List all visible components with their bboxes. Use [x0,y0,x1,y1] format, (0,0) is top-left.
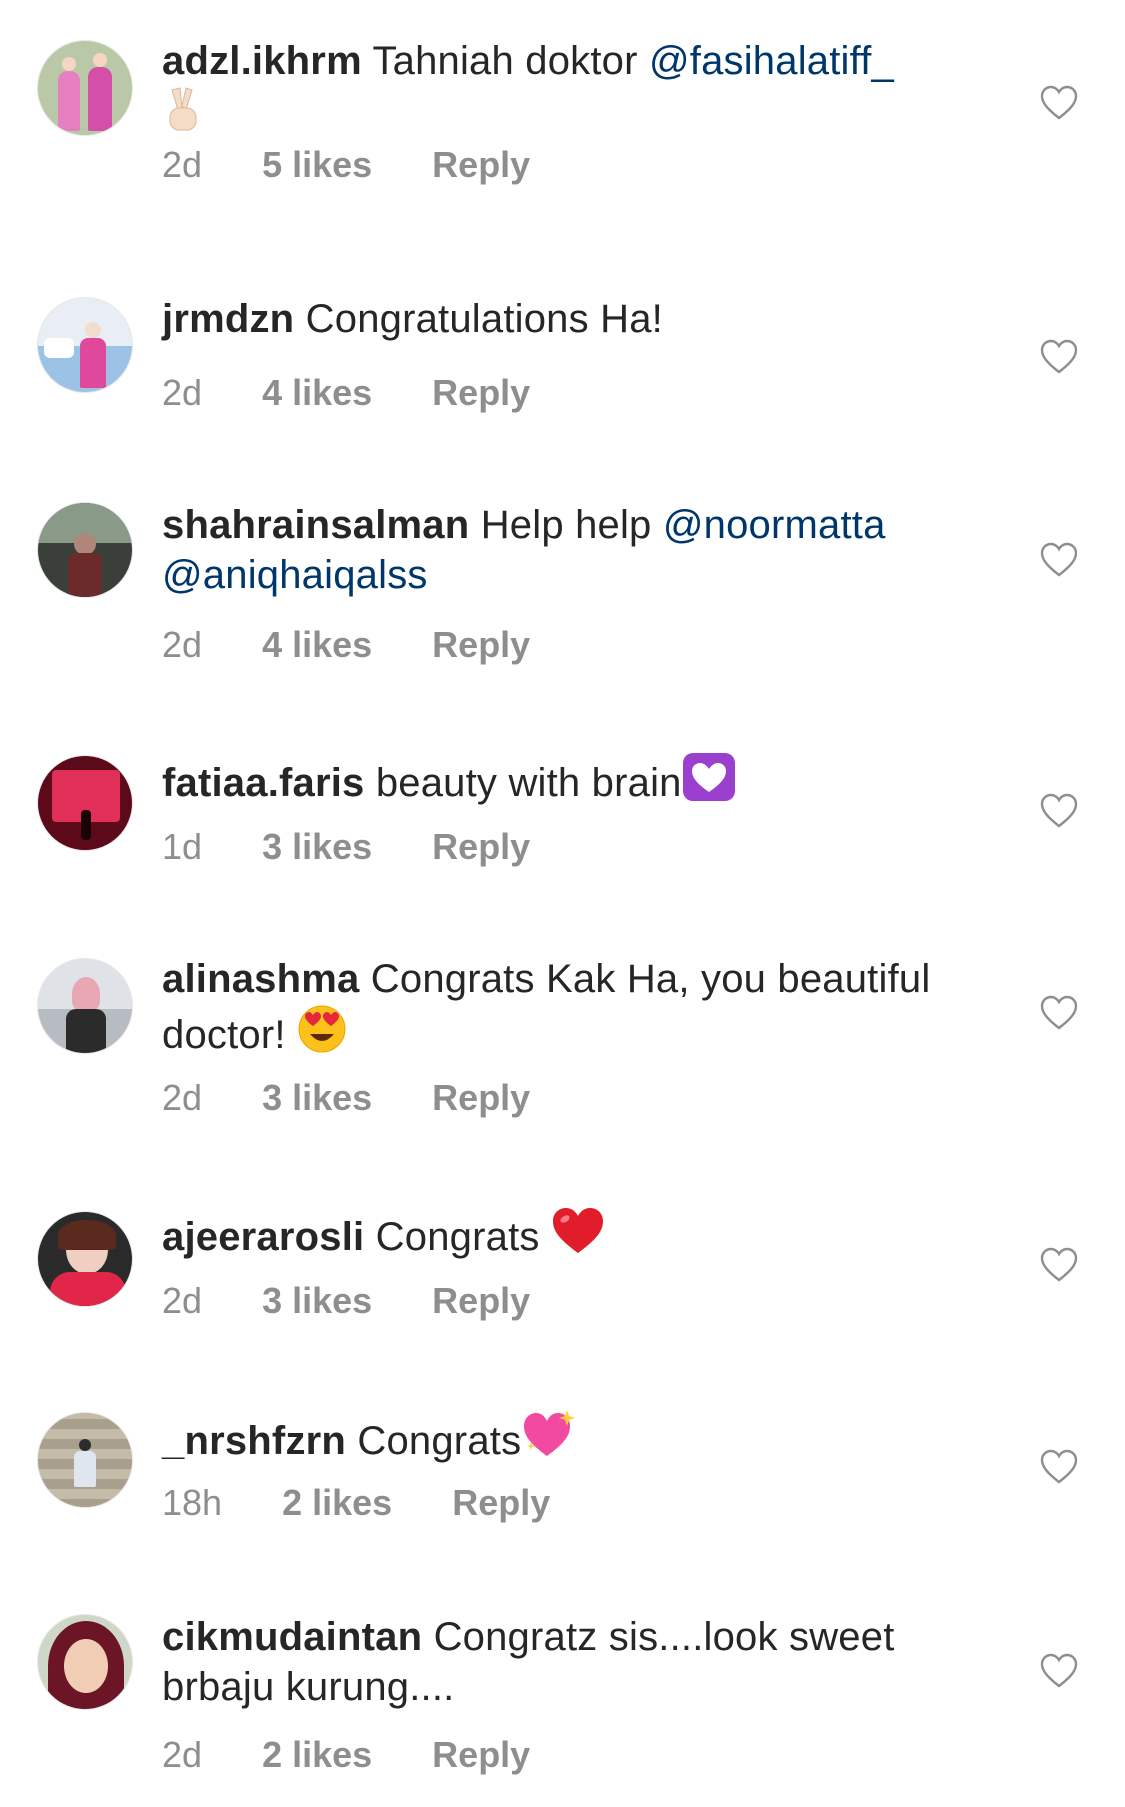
comment-username[interactable]: adzl.ikhrm [162,39,362,83]
comment-meta: 2d 4 likes Reply [162,624,530,666]
comment-username[interactable]: ajeerarosli [162,1215,364,1259]
comment-time: 2d [162,1077,203,1118]
comment-body: _nrshfzrn Congrats [162,1408,982,1472]
reply-button[interactable]: Reply [432,1734,530,1776]
comment-time: 2d [162,1734,203,1775]
comment-meta: 2d 4 likes Reply [162,372,530,414]
victory-hand-icon [162,86,202,144]
comment-meta: 2d 5 likes Reply [162,144,530,186]
comment-body: cikmudaintan Congratz sis....look sweet … [162,1612,982,1712]
comment-username[interactable]: alinashma [162,957,359,1001]
like-heart-icon[interactable] [1040,542,1078,578]
like-heart-icon[interactable] [1040,1449,1078,1485]
comment-username[interactable]: fatiaa.faris [162,761,365,805]
comment-text: Congratulations Ha! [305,297,663,341]
comment-meta: 2d 2 likes Reply [162,1734,530,1776]
mention-link[interactable]: @aniqhaiqalss [162,553,428,597]
avatar[interactable] [37,1412,133,1508]
comment-likes[interactable]: 3 likes [262,1077,372,1119]
like-heart-icon[interactable] [1040,1653,1078,1689]
comment-username[interactable]: _nrshfzrn [162,1419,346,1463]
like-heart-icon[interactable] [1040,1247,1078,1283]
comment-body: ajeerarosli Congrats [162,1206,982,1268]
comment-body: alinashma Congrats Kak Ha, you beautiful… [162,954,982,1066]
comment-meta: 2d 3 likes Reply [162,1077,530,1119]
heart-eyes-face-icon [297,1004,347,1066]
comment-text: Help help [480,503,663,547]
reply-button[interactable]: Reply [452,1482,550,1524]
reply-button[interactable]: Reply [432,624,530,666]
reply-button[interactable]: Reply [432,1077,530,1119]
comment-time: 2d [162,144,203,185]
comment-body: adzl.ikhrm Tahniah doktor @fasihalatiff_ [162,36,982,144]
comment-text: Congrats [375,1215,551,1259]
purple-heart-icon [682,752,736,814]
avatar[interactable] [37,958,133,1054]
comment-time: 1d [162,826,203,867]
comment-username[interactable]: cikmudaintan [162,1615,422,1659]
comment-likes[interactable]: 4 likes [262,372,372,414]
red-heart-icon [551,1206,605,1268]
comment-text: beauty with brain [375,761,682,805]
comment-meta: 2d 3 likes Reply [162,1280,530,1322]
comment-body: jrmdzn Congratulations Ha! [162,294,982,344]
avatar[interactable] [37,1614,133,1710]
avatar[interactable] [37,40,133,136]
like-heart-icon[interactable] [1040,793,1078,829]
like-heart-icon[interactable] [1040,85,1078,121]
reply-button[interactable]: Reply [432,826,530,868]
mention-link[interactable]: @noormatta [663,503,886,547]
comment-likes[interactable]: 2 likes [282,1482,392,1524]
comment-meta: 1d 3 likes Reply [162,826,530,868]
comment-meta: 18h 2 likes Reply [162,1482,550,1524]
comment-time: 2d [162,1280,203,1321]
comment-time: 2d [162,372,203,413]
comment-likes[interactable]: 2 likes [262,1734,372,1776]
comment-username[interactable]: shahrainsalman [162,503,469,547]
reply-button[interactable]: Reply [432,372,530,414]
avatar[interactable] [37,297,133,393]
avatar[interactable] [37,1211,133,1307]
comment-time: 2d [162,624,203,665]
reply-button[interactable]: Reply [432,144,530,186]
comment-username[interactable]: jrmdzn [162,297,294,341]
like-heart-icon[interactable] [1040,995,1078,1031]
comment-text: Tahniah doktor [372,39,649,83]
comment-body: shahrainsalman Help help @noormatta @ani… [162,500,982,600]
comment-likes[interactable]: 4 likes [262,624,372,666]
comment-likes[interactable]: 5 likes [262,144,372,186]
sparkling-heart-icon [521,1408,577,1472]
comment-time: 18h [162,1482,223,1523]
comment-text: Congrats [357,1419,522,1463]
comment-body: fatiaa.faris beauty with brain [162,752,982,814]
like-heart-icon[interactable] [1040,339,1078,375]
comment-likes[interactable]: 3 likes [262,826,372,868]
reply-button[interactable]: Reply [432,1280,530,1322]
comment-likes[interactable]: 3 likes [262,1280,372,1322]
avatar[interactable] [37,502,133,598]
mention-link[interactable]: @fasihalatiff_ [649,39,894,83]
avatar[interactable] [37,755,133,851]
